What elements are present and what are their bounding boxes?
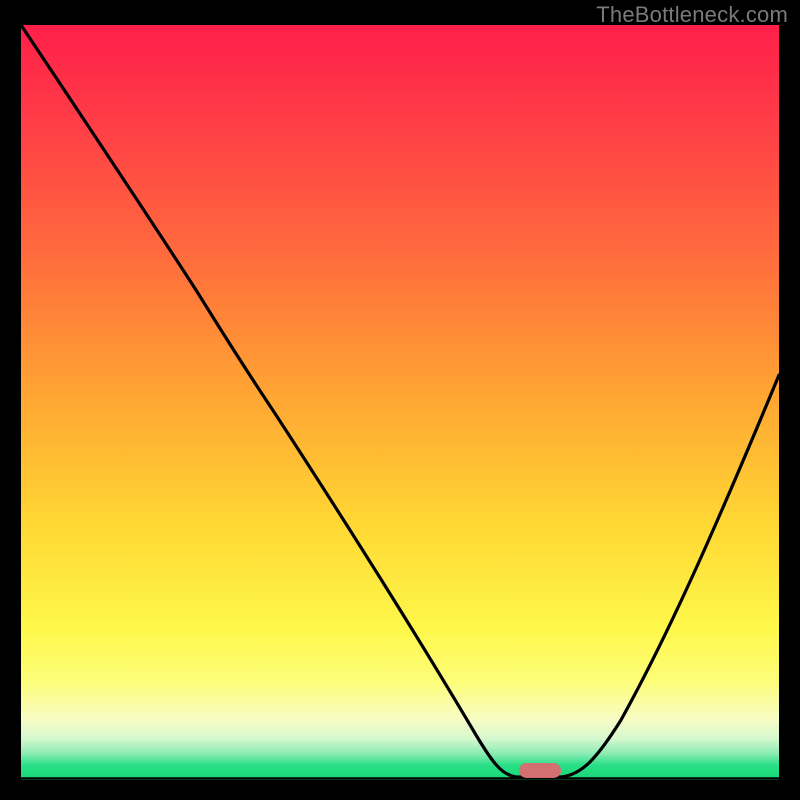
curve-path — [21, 25, 779, 777]
chart-frame: TheBottleneck.com — [0, 0, 800, 800]
watermark-text: TheBottleneck.com — [596, 2, 788, 28]
optimal-marker — [519, 763, 561, 778]
plot-area — [21, 25, 779, 780]
bottleneck-curve — [21, 25, 779, 780]
